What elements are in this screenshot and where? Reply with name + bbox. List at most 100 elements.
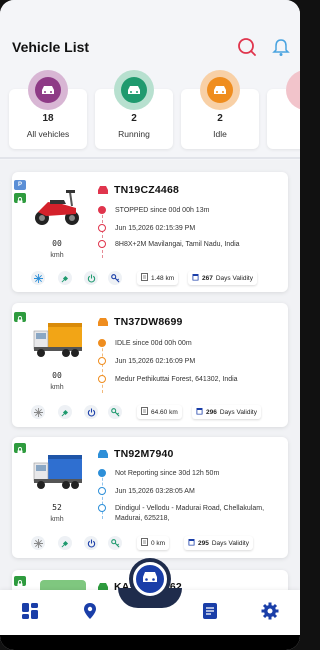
report-icon[interactable]	[201, 602, 219, 620]
ac-snowflake-icon[interactable]	[31, 536, 45, 550]
datetime-text: Jun 15,2026 02:16:09 PM	[115, 358, 196, 365]
vehicle-icon	[141, 570, 159, 589]
address-text: Dindigul - Vellodu - Madurai Road, Chell…	[115, 505, 265, 522]
distance-value: 0 km	[151, 539, 166, 547]
status-dot	[98, 469, 106, 477]
location-icon[interactable]	[81, 602, 99, 620]
car-icon	[121, 77, 147, 103]
car-icon	[207, 77, 233, 103]
key-icon[interactable]	[108, 536, 122, 550]
car-icon	[35, 77, 61, 103]
location-pin-icon	[98, 240, 106, 248]
odometer-icon	[141, 273, 148, 283]
distance-chip: 64.60 km	[137, 405, 182, 419]
distance-value: 64.60 km	[151, 408, 178, 416]
address-text: 8H8X+2M Mavilangai, Tamil Nadu, India	[115, 241, 240, 248]
stat-label-running: Running	[118, 129, 150, 139]
vehicle-plate[interactable]: TN92M7940	[114, 448, 174, 460]
idle-circle	[200, 70, 240, 110]
system-home-bar	[0, 635, 300, 650]
car-status-icon	[97, 447, 109, 459]
running-circle	[114, 70, 154, 110]
status-dot	[98, 339, 106, 347]
odometer-icon	[141, 538, 148, 548]
scooter-image	[32, 184, 82, 228]
vehicle-card[interactable]: 00 kmh TN37DW8699 IDLE since 00d 00h 00m…	[12, 303, 288, 427]
location-pin-icon	[98, 504, 106, 512]
power-icon[interactable]	[84, 405, 98, 419]
dashboard-icon[interactable]	[21, 602, 39, 620]
odometer-icon	[141, 407, 148, 417]
lock-icon	[14, 576, 26, 588]
status-text: STOPPED since 00d 00h 13m	[115, 207, 210, 214]
datetime-text: Jun 15,2026 03:28:05 AM	[115, 488, 195, 495]
vehicle-fab-button[interactable]	[133, 562, 167, 596]
key-icon[interactable]	[108, 405, 122, 419]
speed-value: 52	[52, 503, 62, 512]
stat-label-idle: Idle	[213, 129, 227, 139]
lock-icon	[14, 443, 26, 455]
divider	[0, 157, 300, 159]
gps-satellite-icon[interactable]	[58, 271, 72, 285]
lock-icon	[14, 312, 26, 324]
truck-image	[32, 317, 84, 361]
distance-value: 1.48 km	[151, 274, 175, 282]
speed-unit: kmh	[50, 252, 64, 259]
distance-chip: 0 km	[137, 536, 170, 550]
power-icon[interactable]	[84, 271, 98, 285]
calendar-icon	[196, 407, 203, 417]
status-text: IDLE since 00d 00h 00m	[115, 340, 192, 347]
parking-badge: P	[14, 180, 26, 190]
timeline-line	[102, 210, 103, 258]
search-icon[interactable]	[236, 36, 258, 58]
validity-chip: 295 Days Validity	[184, 536, 253, 550]
lock-icon	[14, 193, 26, 205]
clock-icon	[98, 224, 106, 232]
timeline-line	[102, 343, 103, 393]
page-title: Vehicle List	[12, 39, 90, 55]
gps-satellite-icon[interactable]	[58, 536, 72, 550]
location-pin-icon	[98, 375, 106, 383]
vehicle-card[interactable]: P 00 kmh TN19CZ4468 STOPPED since 00d 00…	[12, 172, 288, 292]
distance-chip: 1.48 km	[137, 271, 179, 285]
status-dot	[98, 206, 106, 214]
ac-snowflake-icon[interactable]	[31, 271, 45, 285]
vehicle-card[interactable]: 52 kmh TN92M7940 Not Reporting since 30d…	[12, 437, 288, 558]
gps-satellite-icon[interactable]	[58, 405, 72, 419]
datetime-text: Jun 15,2026 02:15:39 PM	[115, 225, 196, 232]
vehicle-plate[interactable]: TN19CZ4468	[114, 184, 179, 196]
status-text: Not Reporting since 30d 12h 50m	[115, 470, 220, 477]
clock-icon	[98, 357, 106, 365]
validity-chip: 296 Days Validity	[192, 405, 261, 419]
calendar-icon	[188, 538, 195, 548]
speed-unit: kmh	[50, 384, 64, 391]
settings-icon[interactable]	[261, 602, 279, 620]
power-icon[interactable]	[84, 536, 98, 550]
validity-label: Days Validity	[211, 539, 249, 547]
stat-count-idle: 2	[217, 113, 223, 124]
validity-label: Days Validity	[219, 408, 257, 416]
validity-days: 267	[202, 274, 213, 282]
vehicle-list-screen: Vehicle List 18 All vehicles 2 Running 2…	[0, 0, 300, 650]
truck-image	[32, 449, 84, 493]
address-text: Medur Pethikuttai Forest, 641302, India	[115, 376, 238, 383]
validity-days: 295	[198, 539, 209, 547]
stat-label-all: All vehicles	[26, 129, 70, 139]
speed-value: 00	[52, 371, 62, 380]
validity-label: Days Validity	[215, 274, 253, 282]
ac-snowflake-icon[interactable]	[31, 405, 45, 419]
stat-count-running: 2	[131, 113, 137, 124]
car-status-icon	[97, 315, 109, 327]
header: Vehicle List 18 All vehicles 2 Running 2…	[0, 0, 300, 160]
notification-bell-icon[interactable]	[270, 36, 292, 58]
clock-icon	[98, 487, 106, 495]
key-icon[interactable]	[108, 271, 122, 285]
car-status-icon	[97, 183, 109, 195]
validity-days: 296	[206, 408, 217, 416]
calendar-icon	[192, 273, 199, 283]
timeline-line	[102, 473, 103, 519]
vehicle-plate[interactable]: TN37DW8699	[114, 316, 183, 328]
all-vehicles-circle	[28, 70, 68, 110]
speed-value: 00	[52, 239, 62, 248]
speed-unit: kmh	[50, 516, 64, 523]
